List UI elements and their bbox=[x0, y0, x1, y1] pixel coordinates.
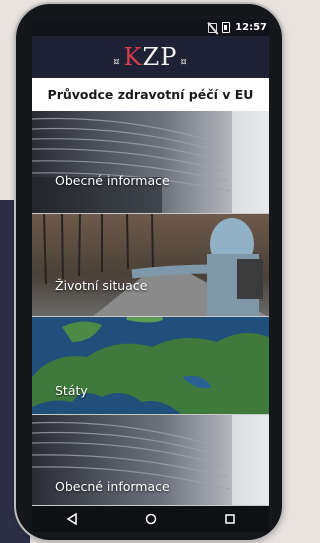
menu-card-general-info[interactable]: Obecné informace bbox=[32, 111, 269, 214]
road-image bbox=[32, 214, 269, 316]
app-logo: ¤ KZP ¤ bbox=[110, 43, 191, 71]
recents-icon[interactable] bbox=[215, 508, 245, 530]
menu-card-label: Státy bbox=[55, 383, 88, 398]
menu-card-life-situations[interactable]: Životní situace bbox=[32, 214, 269, 317]
no-sim-icon bbox=[208, 22, 218, 33]
system-nav-bar bbox=[32, 506, 269, 532]
europe-map-image bbox=[32, 317, 269, 414]
status-time: 12:57 bbox=[235, 22, 267, 33]
app-header: ¤ KZP ¤ bbox=[32, 36, 269, 78]
logo-right-dot: ¤ bbox=[180, 57, 188, 68]
logo-letters-zp: ZP bbox=[142, 43, 178, 71]
logo-left-dot: ¤ bbox=[113, 57, 121, 68]
status-bar: 12:57 bbox=[32, 19, 269, 36]
menu-card-label: Životní situace bbox=[55, 278, 148, 293]
battery-icon bbox=[222, 22, 231, 33]
back-icon[interactable] bbox=[57, 508, 87, 530]
menu-card-general-info-2[interactable]: Obecné informace bbox=[32, 415, 269, 506]
logo-letter-k: K bbox=[123, 43, 143, 71]
app-screen: 12:57 ¤ KZP ¤ Průvodce zdravotní péčí v EU bbox=[32, 19, 269, 532]
page-title: Průvodce zdravotní péčí v EU bbox=[47, 87, 254, 102]
home-icon[interactable] bbox=[136, 508, 166, 530]
papers-image bbox=[32, 111, 269, 213]
menu-card-label: Obecné informace bbox=[55, 479, 170, 494]
menu-card-label: Obecné informace bbox=[55, 173, 170, 188]
page-title-bar: Průvodce zdravotní péčí v EU bbox=[32, 78, 269, 111]
menu-card-states[interactable]: Státy bbox=[32, 317, 269, 415]
